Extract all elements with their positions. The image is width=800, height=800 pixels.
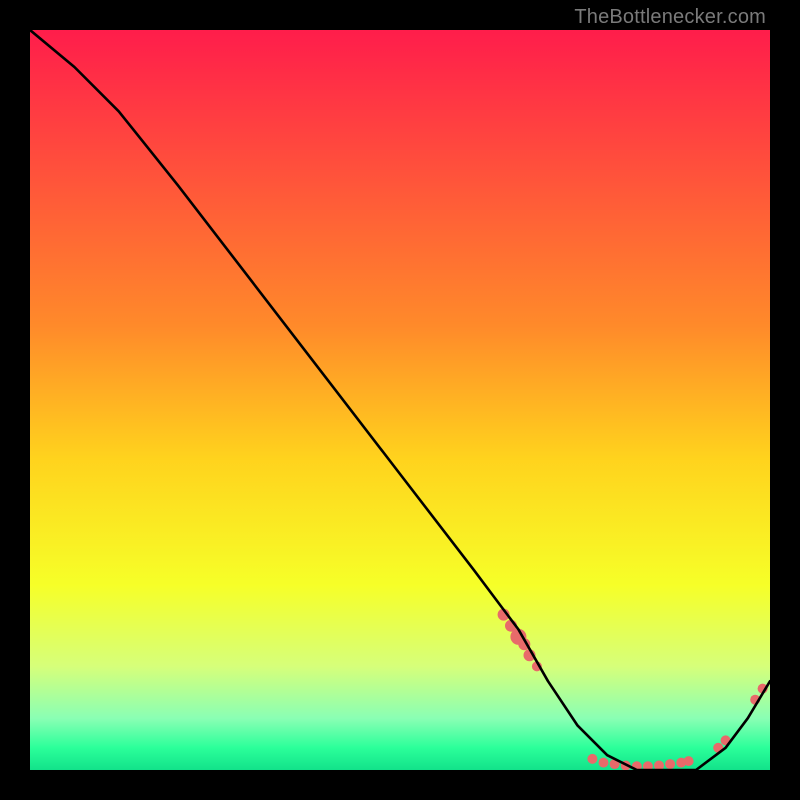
data-marker — [665, 759, 675, 769]
data-marker — [599, 758, 609, 768]
plot-area — [30, 30, 770, 770]
data-marker — [684, 756, 694, 766]
watermark-text: TheBottlenecker.com — [574, 6, 766, 29]
data-marker — [587, 754, 597, 764]
chart-frame: TheBottlenecker.com — [0, 0, 800, 800]
chart-svg — [30, 30, 770, 770]
